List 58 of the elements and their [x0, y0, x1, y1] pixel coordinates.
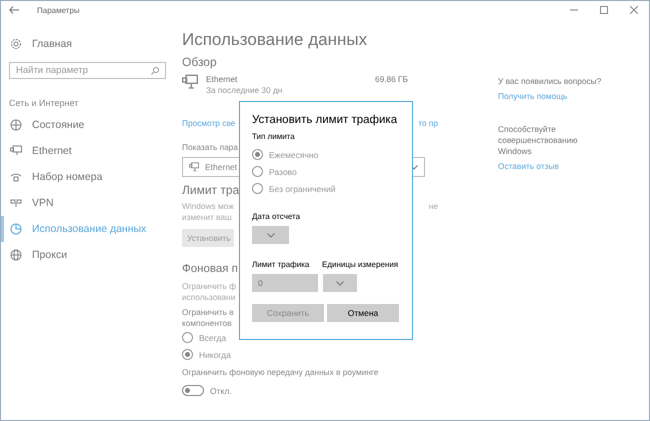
gear-icon [10, 38, 22, 50]
phone-icon [10, 171, 22, 183]
usage-period: За последние 30 дн [206, 85, 282, 96]
sidebar-item[interactable]: Набор номера [1, 164, 176, 190]
details-link[interactable]: то пр [418, 118, 438, 128]
units-label: Единицы измерения [322, 260, 398, 269]
details-link[interactable]: Просмотр све [182, 118, 236, 128]
section-heading: Обзор [182, 55, 217, 69]
dialog-button[interactable]: Отмена [327, 304, 399, 322]
toggle-state: Откл. [210, 386, 232, 396]
chevron-icon [266, 232, 274, 238]
feedback-prompt: Способствуйте совершенствованию Windows [498, 124, 578, 157]
usage-amount: 69.86 ГБ [374, 74, 408, 85]
restrict-description: Ограничить в [182, 307, 234, 318]
limit-description: изменит ваш [182, 212, 233, 223]
toggle-switch[interactable] [182, 385, 204, 396]
monitor-icon [182, 74, 198, 90]
limit-description: Windows мож [182, 201, 234, 212]
date-label: Дата отсчета [252, 212, 300, 221]
set-limit-button[interactable]: Установить [182, 229, 234, 247]
maximize-icon[interactable] [600, 6, 608, 14]
monitor-icon [189, 162, 199, 172]
help-question: У вас появились вопросы? [498, 76, 602, 87]
show-label: Показать пара [182, 142, 238, 153]
pie-chart-icon [10, 223, 22, 235]
home-link[interactable]: Главная [1, 31, 176, 57]
sidebar-item[interactable]: Прокси [1, 242, 176, 268]
limit-type-label: Тип лимита [252, 132, 295, 141]
search-icon [151, 66, 159, 74]
sidebar-item[interactable]: Использование данных [1, 216, 176, 242]
dialog-title: Установить лимит трафика [252, 114, 398, 126]
back-arrow-icon[interactable] [9, 6, 19, 14]
limit-description: не [428, 201, 438, 212]
minimize-icon[interactable] [570, 9, 578, 11]
section-heading: Сеть и Интернет [9, 98, 78, 108]
sidebar-item[interactable]: VPN [1, 190, 176, 216]
monitor-icon [10, 145, 22, 157]
background-description: Ограничить ф [182, 281, 236, 292]
limit-label: Лимит трафика [252, 260, 310, 269]
roaming-label: Ограничить фоновую передачу данных в роуминге [182, 367, 378, 378]
globe-icon [10, 249, 22, 261]
background-description: использовани [182, 292, 236, 303]
help-link[interactable]: Получить помощь [498, 91, 568, 101]
restrict-description: компонентов [182, 318, 233, 329]
globe-icon [10, 119, 22, 131]
feedback-link[interactable]: Оставить отзыв [498, 161, 559, 171]
network-name: Ethernet [206, 74, 238, 85]
window-title: Параметры [37, 6, 80, 14]
section-heading: Фоновая п [182, 263, 238, 275]
close-icon[interactable] [630, 6, 638, 14]
network-icon [10, 197, 22, 209]
limit-input-field[interactable]: 0 [252, 274, 318, 292]
sidebar-item[interactable]: Состояние [1, 112, 176, 138]
sidebar-item[interactable]: Ethernet [1, 138, 176, 164]
section-heading: Лимит тра [182, 183, 240, 197]
chevron-icon [336, 280, 344, 286]
search-field[interactable]: Найти параметр [9, 62, 166, 79]
page-title: Использование данных [182, 30, 368, 50]
